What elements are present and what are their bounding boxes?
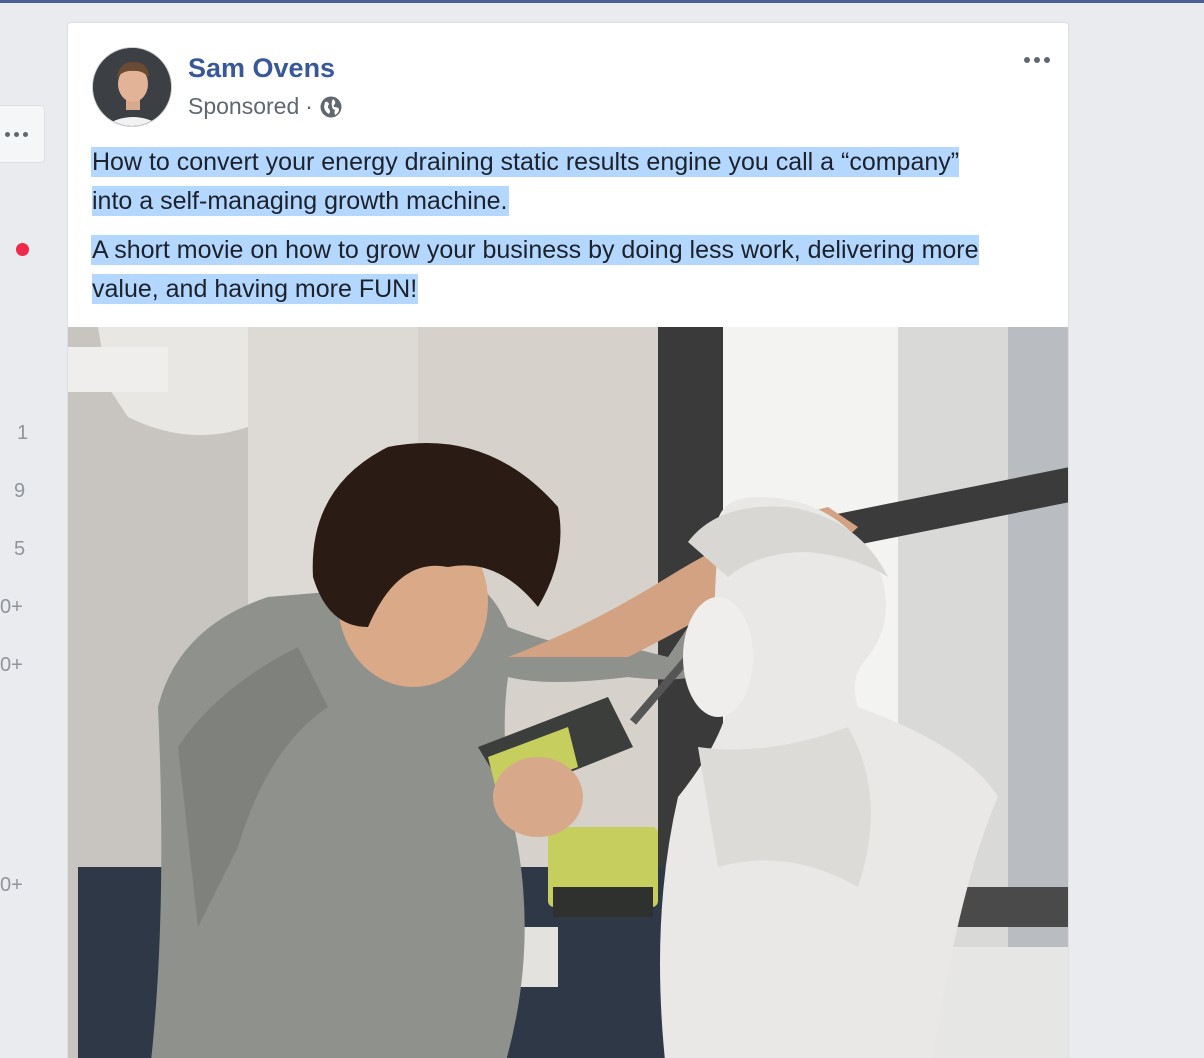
- notification-dot: [16, 243, 29, 256]
- top-nav-edge: [0, 0, 1204, 3]
- sponsored-label[interactable]: Sponsored: [188, 93, 299, 120]
- sponsored-post-card: Sam Ovens Sponsored · How to convert you…: [67, 22, 1069, 1058]
- meta-separator: ·: [305, 93, 313, 119]
- more-icon: [5, 131, 28, 137]
- sidebar-count: 5: [14, 538, 26, 560]
- post-image[interactable]: [68, 327, 1068, 1058]
- globe-icon[interactable]: [319, 95, 343, 119]
- author-name-link[interactable]: Sam Ovens: [188, 53, 335, 84]
- post-message: How to convert your energy draining stat…: [92, 143, 992, 319]
- sidebar-count: 0+: [0, 874, 23, 896]
- sidebar-count: 1: [17, 422, 29, 444]
- more-horizontal-icon[interactable]: [1024, 57, 1050, 63]
- sidebar-more-button[interactable]: [0, 105, 45, 163]
- post-paragraph: How to convert your energy draining stat…: [92, 148, 960, 215]
- sidebar-count: 0+: [0, 654, 23, 676]
- sidebar-count: 9: [14, 480, 26, 502]
- sidebar-count: 0+: [0, 596, 23, 618]
- post-paragraph: A short movie on how to grow your busine…: [92, 236, 979, 303]
- author-avatar[interactable]: [92, 47, 172, 127]
- post-meta: Sponsored ·: [188, 93, 343, 120]
